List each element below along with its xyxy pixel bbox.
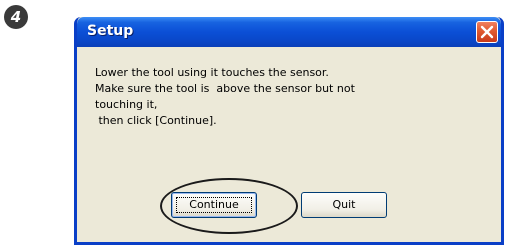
message-line: Lower the tool using it touches the sens… (95, 66, 329, 79)
dialog-titlebar[interactable]: Setup (77, 17, 501, 47)
quit-button-label: Quit (332, 198, 356, 211)
dialog-title: Setup (87, 23, 134, 39)
message-line: touching it, (95, 98, 158, 111)
setup-dialog: Setup Lower the tool using it touches th… (74, 17, 504, 245)
message-line: Make sure the tool is above the sensor b… (95, 82, 355, 95)
quit-button[interactable]: Quit (301, 192, 387, 218)
continue-button[interactable]: Continue (171, 192, 257, 218)
step-number-badge: 4 (4, 5, 28, 29)
close-icon (480, 25, 494, 39)
dialog-message: Lower the tool using it touches the sens… (95, 65, 485, 129)
message-line: then click [Continue]. (95, 114, 217, 127)
close-button[interactable] (476, 21, 498, 43)
focus-ring (176, 197, 252, 213)
